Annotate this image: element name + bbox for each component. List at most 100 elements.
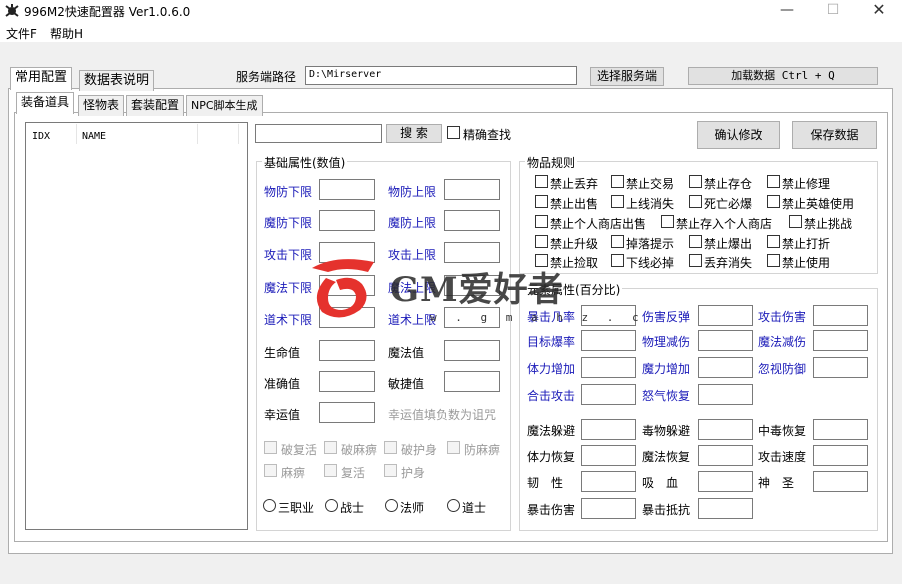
element-attr-input[interactable] [813,419,868,440]
luck-hint: 幸运值填负数为诅咒 [388,408,497,422]
element-attr-input[interactable] [813,305,868,326]
rule-checkbox[interactable] [535,235,548,248]
element-attr-input[interactable] [581,445,636,466]
job-radio[interactable] [447,499,460,512]
confirm-edit-button[interactable]: 确认修改 [697,121,780,149]
exact-search-checkbox[interactable] [447,126,460,139]
load-data-button[interactable]: 加载数据 Ctrl + Q [688,67,878,85]
choose-server-button[interactable]: 选择服务端 [590,67,664,86]
base-attr-label: 物防下限 [264,185,313,199]
job-radio[interactable] [263,499,276,512]
luck-input[interactable] [319,402,375,423]
base-attributes-title: 基础属性(数值) [262,154,348,171]
base-attr-input[interactable] [444,179,500,200]
column-divider[interactable] [76,124,77,144]
base-attr-label: 生命值 [264,346,301,360]
element-attr-input[interactable] [581,384,636,405]
rule-checkbox[interactable] [767,195,780,208]
disabled-flag-checkbox[interactable] [384,441,397,454]
rule-checkbox[interactable] [767,254,780,267]
rule-checkbox[interactable] [611,175,624,188]
base-attr-input[interactable] [444,242,500,263]
search-input[interactable] [255,124,382,143]
base-attr-input[interactable] [319,371,375,392]
rule-checkbox[interactable] [611,235,624,248]
minimize-button[interactable]: — [764,0,810,22]
element-attr-input[interactable] [813,357,868,378]
base-attr-input[interactable] [319,179,375,200]
rule-label: 禁止修理 [782,177,831,191]
element-attr-input[interactable] [581,471,636,492]
element-attr-input[interactable] [698,419,753,440]
element-attr-input[interactable] [581,330,636,351]
element-attr-input[interactable] [813,330,868,351]
column-idx[interactable]: IDX [32,131,50,142]
job-radio[interactable] [385,499,398,512]
menu-help[interactable]: 帮助H [50,25,83,42]
element-attr-input[interactable] [813,471,868,492]
disabled-flag-label: 破麻痹 [341,443,378,457]
element-attr-input[interactable] [698,357,753,378]
window-title: 996M2快速配置器 Ver1.0.6.0 [24,5,191,19]
column-name[interactable]: NAME [82,131,106,142]
rule-checkbox[interactable] [689,175,702,188]
disabled-flag-label: 防麻痹 [464,443,501,457]
disabled-flag-checkbox[interactable] [264,464,277,477]
column-divider[interactable] [238,124,239,144]
rule-checkbox[interactable] [689,235,702,248]
element-attr-input[interactable] [698,471,753,492]
base-attr-input[interactable] [444,210,500,231]
disabled-flag-checkbox[interactable] [264,441,277,454]
rule-label: 禁止挑战 [804,217,853,231]
rule-checkbox[interactable] [661,215,674,228]
disabled-flag-checkbox[interactable] [384,464,397,477]
save-data-button[interactable]: 保存数据 [792,121,877,149]
base-attr-input[interactable] [444,340,500,361]
base-attr-input[interactable] [319,340,375,361]
tab-common-config[interactable]: 常用配置 [10,67,73,90]
disabled-flag-checkbox[interactable] [324,441,337,454]
tab-equipment[interactable]: 装备道具 [16,92,75,114]
rule-checkbox[interactable] [767,235,780,248]
tab-monsters[interactable]: 怪物表 [78,95,125,116]
job-radio[interactable] [325,499,338,512]
luck-label: 幸运值 [264,408,301,422]
element-attr-input[interactable] [698,384,753,405]
rule-checkbox[interactable] [689,195,702,208]
search-button[interactable]: 搜 索 [386,124,442,143]
rule-label: 禁止英雄使用 [782,197,855,211]
rule-checkbox[interactable] [767,175,780,188]
rule-checkbox[interactable] [611,254,624,267]
rule-checkbox[interactable] [535,175,548,188]
tab-npc-script[interactable]: NPC脚本生成 [186,95,263,116]
rule-label: 丢弃消失 [704,256,753,270]
base-attr-input[interactable] [444,371,500,392]
element-attr-input[interactable] [698,445,753,466]
server-path-input[interactable]: D:\Mirserver [305,66,577,85]
base-attr-input[interactable] [319,210,375,231]
element-attr-input[interactable] [581,357,636,378]
rule-checkbox[interactable] [535,215,548,228]
rule-checkbox[interactable] [535,195,548,208]
item-list[interactable] [25,122,248,530]
disabled-flag-label: 麻痹 [281,466,306,480]
maximize-button[interactable]: ☐ [810,0,856,22]
close-button[interactable]: ✕ [856,0,902,22]
rule-checkbox[interactable] [611,195,624,208]
disabled-flag-checkbox[interactable] [447,441,460,454]
element-attr-input[interactable] [698,330,753,351]
tab-suit-config[interactable]: 套装配置 [126,95,185,116]
element-attr-label: 怒气恢复 [642,389,691,403]
menu-file[interactable]: 文件F [6,25,37,42]
element-attr-input[interactable] [698,498,753,519]
column-divider[interactable] [197,124,198,144]
element-attr-input[interactable] [581,498,636,519]
element-attr-input[interactable] [581,419,636,440]
tab-datatable-help[interactable]: 数据表说明 [79,70,155,91]
element-attr-input[interactable] [698,305,753,326]
rule-checkbox[interactable] [689,254,702,267]
rule-checkbox[interactable] [789,215,802,228]
base-attr-label: 攻击下限 [264,248,313,262]
disabled-flag-checkbox[interactable] [324,464,337,477]
element-attr-input[interactable] [813,445,868,466]
